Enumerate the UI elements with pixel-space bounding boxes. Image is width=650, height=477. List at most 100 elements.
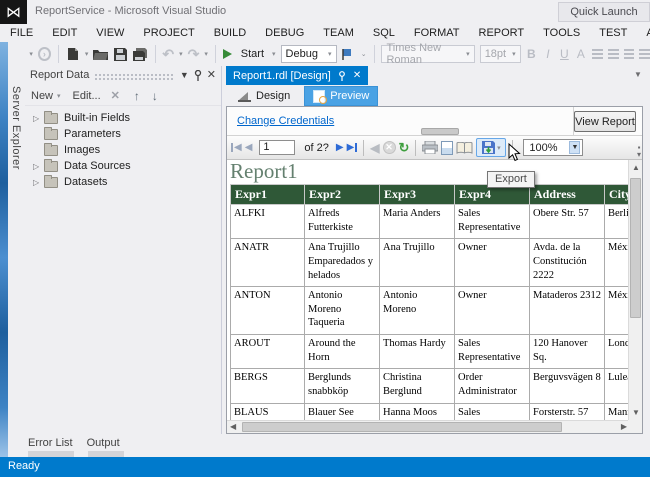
table-cell: México: [604, 238, 630, 288]
print-button[interactable]: [422, 141, 439, 154]
menu-tools[interactable]: TOOLS: [543, 27, 580, 39]
underline-button[interactable]: U: [559, 47, 571, 61]
font-size-combo[interactable]: 18pt ▾: [479, 45, 521, 63]
server-explorer-tab[interactable]: Server Explorer: [8, 42, 25, 434]
document-tab[interactable]: Report1.rdl [Design] ✕: [226, 66, 369, 85]
italic-button[interactable]: I: [542, 47, 554, 61]
start-label[interactable]: Start: [241, 48, 264, 60]
panel-drag-texture: [94, 72, 175, 80]
change-credentials-link[interactable]: Change Credentials: [237, 115, 334, 127]
print-layout-button[interactable]: [441, 140, 454, 155]
menu-build[interactable]: BUILD: [214, 27, 246, 39]
export-button[interactable]: ▾: [476, 138, 507, 157]
panel-pin-icon[interactable]: [194, 69, 202, 81]
edit-button[interactable]: Edit...: [73, 90, 101, 102]
undo-icon[interactable]: ↶: [162, 47, 174, 61]
expander-icon[interactable]: ▷: [33, 162, 44, 171]
align-left-icon[interactable]: [608, 49, 619, 59]
undo-dropdown-icon[interactable]: ▾: [179, 50, 183, 58]
refresh-button[interactable]: ↻: [399, 140, 410, 156]
previous-page-button[interactable]: ◀: [245, 142, 253, 153]
toolbar-overflow-icon[interactable]: ⌄: [361, 50, 367, 58]
first-page-button[interactable]: ◀: [231, 142, 242, 153]
font-color-button[interactable]: A: [575, 47, 587, 61]
stop-rendering-button[interactable]: ✕: [382, 141, 396, 154]
menu-test[interactable]: TEST: [599, 27, 627, 39]
navigate-forward-icon[interactable]: ›: [37, 47, 51, 61]
panel-menu-icon[interactable]: ▼: [180, 70, 189, 80]
menu-edit[interactable]: EDIT: [52, 27, 77, 39]
scroll-left-icon[interactable]: ◀: [230, 421, 236, 433]
scroll-up-icon[interactable]: ▲: [632, 162, 640, 174]
view-report-button[interactable]: View Report: [574, 111, 636, 132]
move-down-icon[interactable]: ↓: [152, 89, 158, 103]
horizontal-scrollbar[interactable]: ◀ ▶: [227, 420, 630, 433]
navigate-back-dropdown-icon[interactable]: ▾: [29, 50, 33, 58]
save-all-icon[interactable]: [132, 46, 148, 62]
start-dropdown-icon[interactable]: ▾: [272, 50, 276, 58]
menu-debug[interactable]: DEBUG: [265, 27, 304, 39]
table-cell: AROUT: [230, 334, 305, 370]
column-header-expr2: Expr2: [304, 184, 380, 205]
menu-sql[interactable]: SQL: [373, 27, 395, 39]
find-in-files-icon[interactable]: [342, 46, 356, 62]
new-file-icon[interactable]: [66, 46, 80, 62]
open-file-icon[interactable]: [93, 46, 109, 62]
page-number-input[interactable]: 1: [259, 140, 296, 155]
viewer-toolbar-overflow-icon[interactable]: ▪ ▾: [637, 144, 641, 159]
scroll-down-icon[interactable]: ▼: [632, 407, 640, 419]
tree-item-data-sources[interactable]: ▷ Data Sources: [25, 158, 221, 174]
report-data-header[interactable]: Report Data ▼ ✕: [25, 66, 221, 84]
last-page-button[interactable]: ▶: [347, 142, 358, 153]
save-icon[interactable]: [113, 46, 127, 62]
start-debug-icon[interactable]: [222, 49, 232, 59]
new-file-dropdown-icon[interactable]: ▾: [85, 50, 89, 58]
redo-dropdown-icon[interactable]: ▾: [204, 50, 208, 58]
new-dropdown-icon[interactable]: ▾: [57, 92, 61, 100]
back-to-parent-button[interactable]: ◀: [370, 141, 379, 155]
tree-item-datasets[interactable]: ▷ Datasets: [25, 174, 221, 190]
new-button[interactable]: New: [31, 90, 53, 102]
layout-icon[interactable]: [591, 49, 604, 59]
tab-strip-overflow-icon[interactable]: ▼: [634, 70, 642, 79]
bottom-tab-error-list[interactable]: Error List: [28, 437, 73, 449]
tab-close-icon[interactable]: ✕: [353, 70, 361, 81]
menu-file[interactable]: FILE: [10, 27, 33, 39]
export-dropdown-icon[interactable]: ▾: [497, 144, 501, 152]
scroll-right-icon[interactable]: ▶: [621, 421, 627, 433]
tree-item-images[interactable]: Images: [25, 142, 221, 158]
zoom-combo[interactable]: 100% ▼: [523, 139, 584, 156]
panel-close-icon[interactable]: ✕: [207, 69, 216, 80]
menu-team[interactable]: TEAM: [323, 27, 354, 39]
tab-design[interactable]: Design: [230, 86, 298, 106]
quick-launch-box[interactable]: Quick Launch: [558, 2, 650, 22]
move-up-icon[interactable]: ↑: [134, 89, 140, 103]
align-center-icon[interactable]: [623, 49, 635, 59]
zoom-dropdown-icon[interactable]: ▼: [569, 141, 581, 154]
bold-button[interactable]: B: [526, 47, 538, 61]
next-page-button[interactable]: ▶: [336, 142, 344, 153]
menu-architecture[interactable]: ARCHITECTURE: [646, 27, 650, 39]
tree-item-built-in-fields[interactable]: ▷ Built-in Fields: [25, 110, 221, 126]
menu-view[interactable]: VIEW: [96, 27, 124, 39]
delete-icon[interactable]: ✕: [111, 89, 120, 102]
expander-icon[interactable]: ▷: [33, 178, 44, 187]
tree-item-parameters[interactable]: Parameters: [25, 126, 221, 142]
expander-icon[interactable]: ▷: [33, 114, 44, 123]
redo-icon[interactable]: ↷: [188, 47, 200, 61]
debug-configuration-combo[interactable]: Debug ▾: [280, 45, 337, 63]
vertical-scroll-thumb[interactable]: [630, 178, 641, 318]
align-right-icon[interactable]: [639, 49, 650, 59]
font-name-combo[interactable]: Times New Roman ▾: [381, 42, 475, 66]
tab-pin-icon[interactable]: [338, 70, 346, 81]
preview-label: Preview: [330, 90, 370, 102]
tab-preview[interactable]: Preview: [304, 86, 379, 106]
menu-report[interactable]: REPORT: [479, 27, 525, 39]
menu-format[interactable]: FORMAT: [414, 27, 460, 39]
menu-project[interactable]: PROJECT: [143, 27, 194, 39]
horizontal-scroll-thumb[interactable]: [242, 422, 562, 432]
page-setup-button[interactable]: [456, 141, 473, 154]
vertical-scrollbar[interactable]: ▲ ▼: [628, 160, 642, 421]
bottom-tab-output[interactable]: Output: [87, 437, 120, 449]
splitter-grip[interactable]: [421, 128, 459, 135]
